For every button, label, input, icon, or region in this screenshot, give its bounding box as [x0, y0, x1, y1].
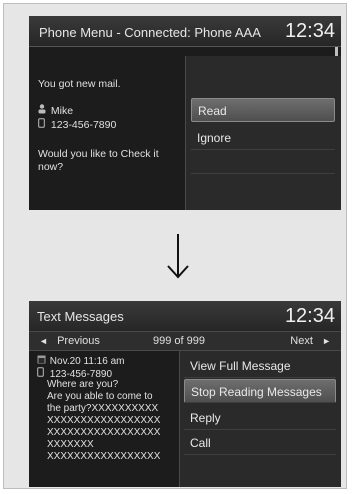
message-navigation: ◄ Previous 999 of 999 Next ►: [29, 331, 341, 351]
screen-header: Text Messages 12:34: [29, 301, 341, 331]
menu-item-label: Reply: [190, 411, 221, 425]
body-line: XXXXXXXXXXXXXXXXX: [47, 427, 161, 438]
phone-icon: [38, 118, 48, 130]
body-line: Where are you?: [47, 379, 119, 390]
reply-button[interactable]: Reply: [184, 406, 336, 430]
screen-header: Phone Menu - Connected: Phone AAA 12:34: [29, 16, 341, 47]
message-body: Nov.20 11:16 am 123-456-7890 Where are y…: [29, 351, 179, 487]
menu-item-label: Call: [190, 436, 211, 450]
down-arrow-icon: [158, 232, 198, 280]
scroll-indicator[interactable]: [335, 47, 338, 56]
date-row: Nov.20 11:16 am: [37, 355, 124, 367]
message-date: Nov.20 11:16 am: [49, 356, 125, 367]
call-button[interactable]: Call: [184, 431, 336, 455]
stop-reading-messages-button[interactable]: Stop Reading Messages: [184, 379, 336, 403]
next-label: Next: [290, 335, 313, 347]
clock: 12:34: [284, 20, 335, 42]
sender-row: Mike: [38, 104, 73, 117]
header-title: Phone Menu - Connected: Phone AAA: [39, 25, 261, 40]
body-line: Are you able to come to: [47, 391, 153, 402]
calendar-icon: [37, 355, 47, 366]
phone-icon: [37, 367, 47, 379]
menu-item-label: View Full Message: [190, 359, 291, 373]
previous-label: Previous: [57, 335, 100, 347]
next-button[interactable]: Next ►: [290, 335, 331, 347]
body-line: XXXXXXXXXXXXXXXXX: [47, 415, 161, 426]
person-icon: [38, 104, 48, 116]
instruction-frame: Phone Menu - Connected: Phone AAA 12:34 …: [3, 3, 347, 489]
prompt-line-1: Would you like to Check it: [38, 148, 159, 160]
sender-number: 123-456-7890: [50, 119, 117, 131]
previous-button[interactable]: ◄ Previous: [39, 335, 100, 347]
menu-spacer: [191, 150, 335, 174]
clock: 12:34: [284, 305, 335, 327]
message-counter: 999 of 999: [153, 335, 205, 347]
ignore-label: Ignore: [197, 131, 232, 145]
view-full-message-button[interactable]: View Full Message: [184, 354, 336, 378]
phone-menu-screen: Phone Menu - Connected: Phone AAA 12:34 …: [29, 16, 341, 210]
ignore-button[interactable]: Ignore: [191, 126, 335, 150]
prompt-line-2: now?: [38, 161, 64, 173]
phone-menu-list: Read Ignore: [185, 56, 341, 210]
number-row: 123-456-7890: [38, 118, 116, 131]
read-label: Read: [198, 104, 227, 118]
body-line: the party?XXXXXXXXXX: [47, 403, 159, 414]
text-message-menu: View Full Message Stop Reading Messages …: [179, 351, 341, 487]
menu-item-label: Stop Reading Messages: [191, 385, 322, 399]
sender-name: Mike: [50, 105, 74, 117]
left-triangle-icon: ◄: [39, 336, 48, 346]
new-mail-notice: You got new mail. Mike 123-456-7890 Woul…: [29, 56, 185, 210]
body-line: XXXXXXXXXXXXXXXXX: [47, 451, 161, 462]
notice-text: You got new mail.: [38, 78, 121, 90]
right-triangle-icon: ►: [322, 336, 331, 346]
body-line: XXXXXXX: [47, 439, 94, 450]
header-title: Text Messages: [37, 309, 124, 324]
text-messages-screen: Text Messages 12:34 ◄ Previous 999 of 99…: [29, 301, 341, 487]
read-button[interactable]: Read: [191, 98, 335, 122]
